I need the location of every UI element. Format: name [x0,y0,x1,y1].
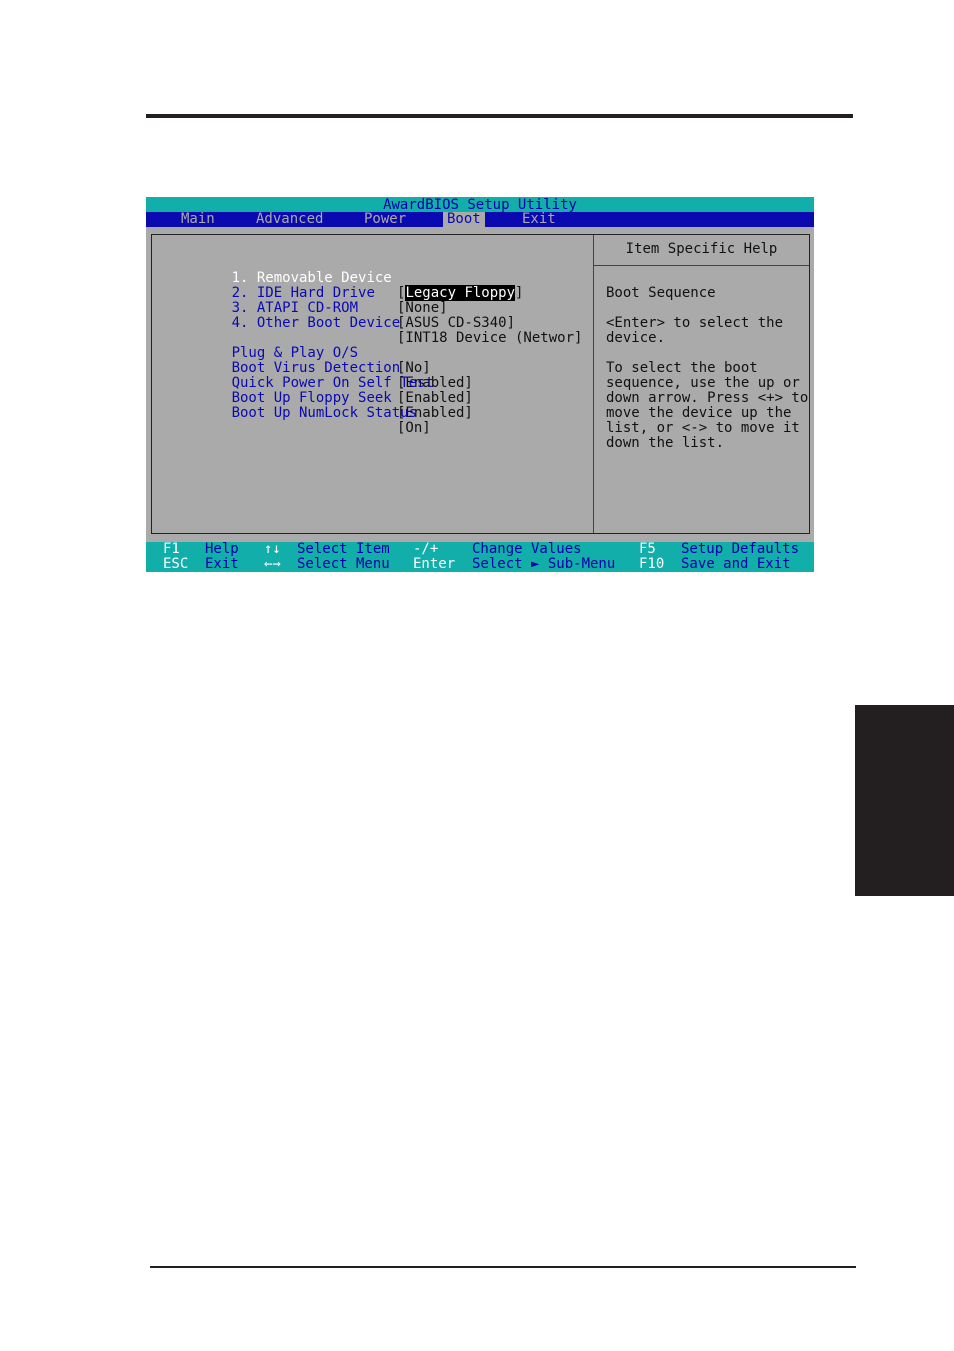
boot-device-value[interactable]: [INT18 Device (Networ] [397,331,582,346]
setting-label: Boot Up NumLock Status [231,405,418,421]
setting-row[interactable]: Quick Power On Self Test [Enabled] [181,361,473,406]
key-enter: Enter [413,556,456,572]
key-action-change-values: Change Values [472,541,582,557]
key-action-setup-defaults: Setup Defaults [681,541,800,557]
highlighted-value: Legacy Floppy [405,285,516,301]
boot-device-row[interactable]: 1. Removable Device [Legacy Floppy] [181,256,523,301]
boot-device-value[interactable]: [Legacy Floppy] [397,285,524,301]
key-action-submenu: Select ► Sub-Menu [472,556,616,572]
updown-arrows-icon: ↑↓ [264,541,281,557]
help-header-divider [594,265,809,266]
bracket-close: ] [515,285,524,301]
key-action-select-menu: Select Menu [297,556,390,572]
help-title: Item Specific Help [625,241,778,257]
setting-value[interactable]: [On] [397,421,431,436]
tab-boot[interactable]: Boot [443,212,485,227]
bios-title: AwardBIOS Setup Utility [146,197,814,213]
key-action-save-exit: Save and Exit [681,556,791,572]
tab-power[interactable]: Power [360,212,410,227]
tab-advanced[interactable]: Advanced [252,212,327,227]
help-line: down the list. [606,435,725,451]
key-action-exit: Exit [205,556,239,572]
setting-row[interactable]: Boot Up NumLock Status [On] [181,391,431,436]
help-line: <Enter> to select the [606,315,784,331]
key-f5: F5 [639,541,656,557]
boot-device-row[interactable]: 4. Other Boot Device [INT18 Device (Netw… [181,301,583,346]
boot-device-row[interactable]: 2. IDE Hard Drive [None] [181,271,448,316]
key-f1: F1 [163,541,180,557]
panel-divider [593,235,594,533]
chapter-side-tab [855,705,954,896]
help-line: move the device up the [606,405,792,421]
tab-exit[interactable]: Exit [518,212,560,227]
leftright-arrows-icon: ←→ [264,556,281,572]
help-line: list, or <-> to move it [606,420,800,436]
help-line: sequence, use the up or [606,375,800,391]
help-line: device. [606,330,666,346]
setting-row[interactable]: Boot Up Floppy Seek [Enabled] [181,376,473,421]
setting-row[interactable]: Boot Virus Detection [Enabled] [181,346,473,391]
setting-row[interactable]: Plug & Play O/S [No] [181,331,431,376]
help-line: down arrow. Press <+> to [606,390,809,406]
menu-bar: Main Advanced Power Boot Exit [146,212,814,227]
boot-device-value[interactable]: [ASUS CD-S340] [397,316,515,331]
key-action-select-item: Select Item [297,541,390,557]
top-rule [146,114,853,118]
key-f10: F10 [639,556,665,572]
key-action-help: Help [205,541,239,557]
boot-device-row[interactable]: 3. ATAPI CD-ROM [ASUS CD-S340] [181,286,515,331]
help-line: To select the boot [606,360,758,376]
boot-device-label: 4. Other Boot Device [231,315,401,331]
boot-device-value[interactable]: [None] [397,301,448,316]
key-minus-plus: -/+ [413,541,439,557]
main-panel: 1. Removable Device [Legacy Floppy] 2. I… [151,234,810,534]
bottom-rule [150,1266,856,1268]
key-esc: ESC [163,556,189,572]
bios-screen: AwardBIOS Setup Utility Main Advanced Po… [146,197,814,572]
help-line: Boot Sequence [606,285,716,301]
status-bar: F1 Help ↑↓ Select Item -/+ Change Values… [146,542,814,572]
tab-main[interactable]: Main [177,212,219,227]
